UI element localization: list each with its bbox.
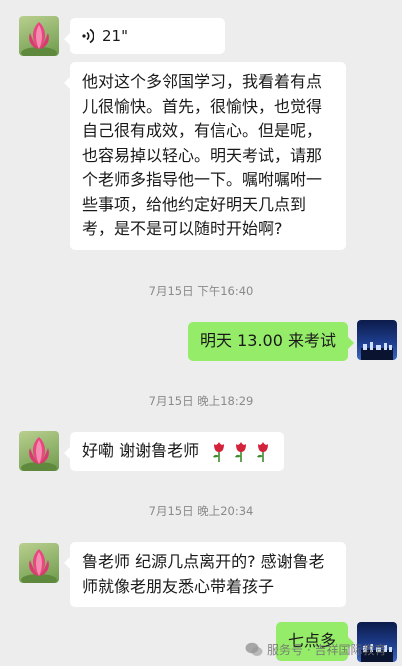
watermark: 服务号 · 吉祥国际教育	[245, 638, 402, 660]
message-text: 好嘞 谢谢鲁老师	[82, 441, 200, 460]
watermark-text: 服务号 · 吉祥国际教育	[267, 642, 387, 657]
text-message-bubble[interactable]: 他对这个多邻国学习，我看着有点儿很愉快。首先，很愉快，也觉得自己很有成效，有信心…	[64, 62, 346, 250]
message-text: 明天 13.00 来考试	[200, 331, 336, 350]
voice-message-bubble[interactable]: 21"	[64, 18, 225, 54]
text-message-bubble[interactable]: 好嘞 谢谢鲁老师	[63, 432, 285, 471]
voice-duration: 21"	[102, 26, 128, 45]
lotus-icon	[21, 22, 57, 56]
text-message-bubble[interactable]: 明天 13.00 来考试	[188, 322, 354, 361]
text-message-bubble[interactable]: 鲁老师 纪源几点离开的? 感谢鲁老师就像老朋友悉心带着孩子	[64, 542, 346, 607]
voice-wave-icon	[82, 28, 94, 44]
timestamp: 7月15日 晚上20:34	[148, 504, 254, 518]
wechat-icon	[245, 642, 263, 656]
lotus-icon	[21, 437, 57, 471]
lotus-icon	[21, 549, 57, 583]
city-skyline-icon	[361, 342, 393, 360]
self-avatar[interactable]	[357, 320, 397, 360]
contact-avatar[interactable]	[19, 431, 59, 471]
contact-avatar[interactable]	[19, 16, 59, 56]
message-text: 鲁老师 纪源几点离开的? 感谢鲁老师就像老朋友悉心带着孩子	[82, 552, 325, 596]
message-text: 他对这个多邻国学习，我看着有点儿很愉快。首先，很愉快，也觉得自己很有成效，有信心…	[82, 72, 323, 238]
rose-icon	[235, 441, 247, 462]
contact-avatar[interactable]	[19, 543, 59, 583]
rose-icon	[257, 441, 269, 462]
timestamp: 7月15日 下午16:40	[148, 284, 254, 298]
rose-icon	[213, 441, 225, 462]
timestamp: 7月15日 晚上18:29	[148, 394, 254, 408]
